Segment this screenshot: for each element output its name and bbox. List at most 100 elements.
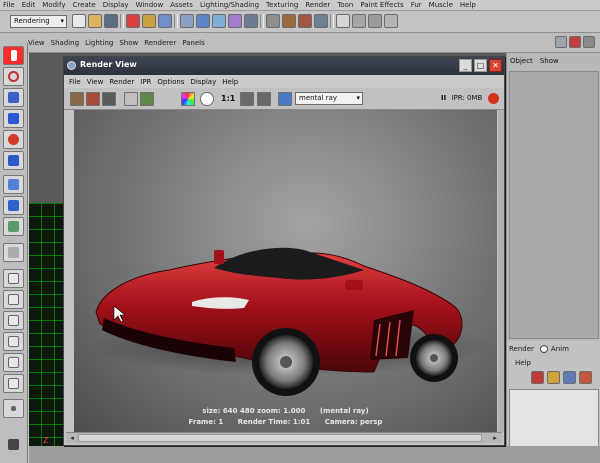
layout-icon[interactable] xyxy=(555,36,567,48)
menu-fur[interactable]: Fur xyxy=(411,1,422,9)
redo-render-icon[interactable] xyxy=(70,92,84,106)
menu-toon[interactable]: Toon xyxy=(337,1,353,9)
panel-menu-panels[interactable]: Panels xyxy=(182,39,205,47)
outliner-menu-show[interactable]: Show xyxy=(540,57,559,69)
rv-menu-ipr[interactable]: IPR xyxy=(140,78,151,86)
snap-plane-icon[interactable] xyxy=(228,14,242,28)
renderer-select[interactable]: mental ray ▾ xyxy=(295,92,363,105)
menu-help[interactable]: Help xyxy=(460,1,476,9)
real-size-button[interactable]: 1:1 xyxy=(221,94,235,103)
menu-paint-effects[interactable]: Paint Effects xyxy=(360,1,403,9)
layer-help-menu[interactable]: Help xyxy=(515,359,531,367)
history-icon[interactable] xyxy=(266,14,280,28)
layer-settings-icon[interactable] xyxy=(579,371,592,384)
rotate-tool[interactable] xyxy=(3,130,24,149)
panel-menu-show[interactable]: Show xyxy=(119,39,138,47)
alpha-channel-icon[interactable] xyxy=(200,92,214,106)
anim-layer-radio[interactable] xyxy=(539,345,548,353)
universal-manipulator-tool[interactable] xyxy=(3,175,24,194)
menu-texturing[interactable]: Texturing xyxy=(266,1,298,9)
paint-select-tool[interactable] xyxy=(3,88,24,107)
select-component-icon[interactable] xyxy=(158,14,172,28)
last-tool[interactable] xyxy=(3,243,24,262)
ipr-render-icon[interactable] xyxy=(86,92,100,106)
panel-menu-shading[interactable]: Shading xyxy=(51,39,79,47)
render-view-titlebar[interactable]: Render View _ □ ✕ xyxy=(64,57,504,75)
renderer-icon[interactable] xyxy=(278,92,292,106)
axis-tool[interactable] xyxy=(3,435,24,454)
mode-dropdown[interactable]: Rendering ▾ xyxy=(10,15,67,28)
menu-file[interactable]: File xyxy=(3,1,15,9)
render-settings-icon[interactable] xyxy=(314,14,328,28)
rv-menu-file[interactable]: File xyxy=(69,78,81,86)
render-layer-label[interactable]: Render xyxy=(509,345,534,353)
rv-menu-view[interactable]: View xyxy=(87,78,104,86)
select-object-icon[interactable] xyxy=(142,14,156,28)
single-pane-layout[interactable] xyxy=(3,269,24,288)
rv-menu-help[interactable]: Help xyxy=(222,78,238,86)
render-view-horizontal-scrollbar[interactable]: ◂ ▸ xyxy=(66,432,502,443)
outliner-layout[interactable] xyxy=(3,332,24,351)
outliner-menu-object[interactable]: Object xyxy=(510,57,533,69)
menu-create[interactable]: Create xyxy=(72,1,95,9)
make-live-icon[interactable] xyxy=(244,14,258,28)
lasso-tool[interactable] xyxy=(3,67,24,86)
anim-layer-label[interactable]: Anim xyxy=(551,345,569,353)
ipr-render-icon[interactable] xyxy=(298,14,312,28)
new-layer-selected-icon[interactable] xyxy=(547,371,560,384)
select-tool[interactable] xyxy=(3,46,24,65)
rv-menu-options[interactable]: Options xyxy=(157,78,184,86)
four-pane-layout[interactable] xyxy=(3,290,24,309)
snap-point-icon[interactable] xyxy=(212,14,226,28)
panel-menu-lighting[interactable]: Lighting xyxy=(85,39,113,47)
scroll-right-icon[interactable]: ▸ xyxy=(490,433,500,443)
render-view-vertical-scrollbar[interactable] xyxy=(498,110,504,432)
layout-options[interactable] xyxy=(3,399,24,418)
graph-layout[interactable] xyxy=(3,353,24,372)
rv-menu-display[interactable]: Display xyxy=(190,78,216,86)
close-button[interactable]: ✕ xyxy=(489,59,502,72)
color-channels-icon[interactable] xyxy=(181,92,195,106)
render-frame-icon[interactable] xyxy=(282,14,296,28)
menu-muscle[interactable]: Muscle xyxy=(429,1,453,9)
maximize-button[interactable]: □ xyxy=(474,59,487,72)
select-hierarchy-icon[interactable] xyxy=(126,14,140,28)
render-settings-icon[interactable] xyxy=(140,92,154,106)
snap-grid-icon[interactable] xyxy=(180,14,194,28)
save-scene-icon[interactable] xyxy=(104,14,118,28)
input-line-icon[interactable] xyxy=(336,14,350,28)
sculpt-icon[interactable] xyxy=(569,36,581,48)
show-manipulator-tool[interactable] xyxy=(3,217,24,236)
panel-menu-view[interactable]: View xyxy=(28,39,45,47)
channel-box-icon[interactable] xyxy=(384,14,398,28)
hypershade-layout[interactable] xyxy=(3,374,24,393)
remove-image-icon[interactable] xyxy=(257,92,271,106)
menu-lighting-shading[interactable]: Lighting/Shading xyxy=(200,1,259,9)
snap-curve-icon[interactable] xyxy=(196,14,210,28)
soft-modification-tool[interactable] xyxy=(3,196,24,215)
attribute-editor-icon[interactable] xyxy=(352,14,366,28)
snapshot-icon[interactable] xyxy=(102,92,116,106)
panel-menu-renderer[interactable]: Renderer xyxy=(144,39,176,47)
render-region-icon[interactable] xyxy=(124,92,138,106)
tool-settings-icon[interactable] xyxy=(368,14,382,28)
outliner-list[interactable] xyxy=(509,71,599,339)
menu-assets[interactable]: Assets xyxy=(170,1,193,9)
two-pane-layout[interactable] xyxy=(3,311,24,330)
scrollbar-thumb[interactable] xyxy=(78,434,482,442)
menu-display[interactable]: Display xyxy=(103,1,129,9)
menu-modify[interactable]: Modify xyxy=(42,1,65,9)
scale-tool[interactable] xyxy=(3,151,24,170)
open-scene-icon[interactable] xyxy=(88,14,102,28)
new-scene-icon[interactable] xyxy=(72,14,86,28)
minimize-button[interactable]: _ xyxy=(459,59,472,72)
menu-edit[interactable]: Edit xyxy=(22,1,36,9)
move-tool[interactable] xyxy=(3,109,24,128)
rv-menu-render[interactable]: Render xyxy=(109,78,134,86)
keep-image-icon[interactable] xyxy=(240,92,254,106)
menu-window[interactable]: Window xyxy=(136,1,164,9)
scroll-left-icon[interactable]: ◂ xyxy=(67,433,77,443)
ipr-pause-button[interactable]: II xyxy=(441,94,446,102)
new-layer-icon[interactable] xyxy=(531,371,544,384)
layer-options-icon[interactable] xyxy=(563,371,576,384)
